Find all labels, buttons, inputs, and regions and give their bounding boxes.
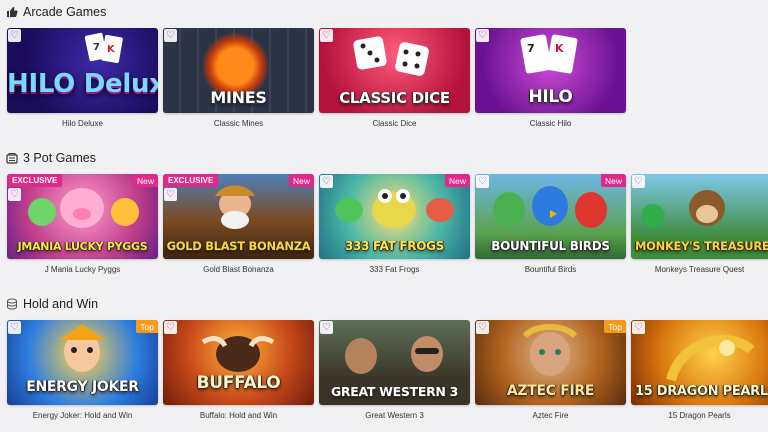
svg-text:K: K [107,44,116,55]
section-hold-and-win: Hold and Win ENERGY JOKER Top ♡ Energy J… [0,292,768,432]
game-thumbnail[interactable]: JMANIA LUCKY PYGGS EXCLUSIVE New ♡ [7,174,158,259]
coin-stack-icon [7,298,17,310]
game-card[interactable]: 15 DRAGON PEARLS ♡ 15 Dragon Pearls [631,320,768,430]
game-name[interactable]: Classic Dice [319,119,470,128]
svg-text:7: 7 [527,42,535,55]
game-card[interactable]: AZTEC FIRE Top ♡ Aztec Fire [475,320,626,430]
game-art-title: GREAT WESTERN 3 [330,384,459,399]
svg-text:K: K [555,42,564,55]
game-card[interactable]: BUFFALO ♡ Buffalo: Hold and Win [163,320,314,430]
exclusive-ribbon: EXCLUSIVE [7,174,63,187]
game-name[interactable]: J Mania Lucky Pyggs [7,265,158,274]
game-thumbnail[interactable]: 7 K HILO ♡ [475,28,626,113]
game-thumbnail[interactable]: BUFFALO ♡ [163,320,314,405]
game-thumbnail[interactable]: 333 FAT FROGS New ♡ [319,174,470,259]
game-art-title: ENERGY JOKER [26,379,139,395]
exclusive-ribbon: EXCLUSIVE [163,174,219,187]
favorite-icon[interactable]: ♡ [8,188,21,201]
new-badge: New [444,174,470,187]
game-name[interactable]: 333 Fat Frogs [319,265,470,274]
game-card[interactable]: GREAT WESTERN 3 ♡ Great Western 3 [319,320,470,430]
game-art-title: JMANIA LUCKY PYGGS [17,240,148,253]
game-name[interactable]: Hilo Deluxe [7,119,158,128]
favorite-icon[interactable]: ♡ [164,188,177,201]
pot-icon [6,153,18,164]
game-name[interactable]: Gold Blast Bonanza [163,265,314,274]
game-art-title: BUFFALO [196,373,281,393]
game-card[interactable]: 333 FAT FROGS New ♡ 333 Fat Frogs [319,174,470,284]
game-card[interactable]: CLASSIC DICE ♡ Classic Dice [319,28,470,138]
game-art-title: HILO Deluxe [7,69,158,99]
game-thumbnail[interactable]: GOLD BLAST BONANZA EXCLUSIVE New ♡ [163,174,314,259]
game-name[interactable]: Buffalo: Hold and Win [163,411,314,420]
game-name[interactable]: Energy Joker: Hold and Win [7,411,158,420]
favorite-icon[interactable]: ♡ [320,321,333,334]
game-name[interactable]: Great Western 3 [319,411,470,420]
game-card[interactable]: MONKEY'S TREASURE QUEST ♡ Monkeys Treasu… [631,174,768,284]
game-thumbnail[interactable]: MINES ♡ [163,28,314,113]
game-thumbnail[interactable]: MONKEY'S TREASURE QUEST ♡ [631,174,768,259]
new-badge: New [132,174,158,187]
favorite-icon[interactable]: ♡ [164,29,177,42]
game-card[interactable]: BOUNTIFUL BIRDS New ♡ Bountiful Birds [475,174,626,284]
game-art-title: GOLD BLAST BONANZA [166,239,311,253]
game-thumbnail[interactable]: CLASSIC DICE ♡ [319,28,470,113]
game-card[interactable]: GOLD BLAST BONANZA EXCLUSIVE New ♡ Gold … [163,174,314,284]
favorite-icon[interactable]: ♡ [8,321,21,334]
game-thumbnail[interactable]: 15 DRAGON PEARLS ♡ [631,320,768,405]
game-thumbnail[interactable]: BOUNTIFUL BIRDS New ♡ [475,174,626,259]
section-title: Hold and Win [23,297,99,311]
section-arcade-games: Arcade Games 7 K HILO Deluxe ♡ Hilo Delu… [0,0,768,140]
section-title: 3 Pot Games [23,151,96,165]
section-title: Arcade Games [23,5,107,19]
game-thumbnail[interactable]: 7 K HILO Deluxe ♡ [7,28,158,113]
game-card[interactable]: ENERGY JOKER Top ♡ Energy Joker: Hold an… [7,320,158,430]
favorite-icon[interactable]: ♡ [8,29,21,42]
game-card[interactable]: 7 K HILO Deluxe ♡ Hilo Deluxe [7,28,158,138]
game-art-title: AZTEC FIRE [506,383,595,399]
favorite-icon[interactable]: ♡ [632,175,645,188]
game-art-title: CLASSIC DICE [339,89,450,107]
top-badge: Top [136,320,158,333]
game-card[interactable]: 7 K HILO ♡ Classic Hilo [475,28,626,138]
section-header: 3 Pot Games [6,149,96,167]
favorite-icon[interactable]: ♡ [320,29,333,42]
game-art-title: MONKEY'S TREASURE QUEST [635,239,768,253]
game-name[interactable]: Monkeys Treasure Quest [631,265,768,274]
game-name[interactable]: Classic Mines [163,119,314,128]
game-card[interactable]: JMANIA LUCKY PYGGS EXCLUSIVE New ♡ J Man… [7,174,158,284]
top-badge: Top [604,320,626,333]
section-3-pot-games: 3 Pot Games JMANIA LUCKY PYGGS EXCLUSIVE… [0,146,768,286]
thumbs-up-icon [7,7,18,17]
game-name[interactable]: Classic Hilo [475,119,626,128]
game-card[interactable]: MINES ♡ Classic Mines [163,28,314,138]
game-art-title: 15 DRAGON PEARLS [635,384,768,399]
favorite-icon[interactable]: ♡ [476,175,489,188]
favorite-icon[interactable]: ♡ [632,321,645,334]
section-header: Hold and Win [6,295,98,313]
new-badge: New [600,174,626,187]
favorite-icon[interactable]: ♡ [476,29,489,42]
game-thumbnail[interactable]: GREAT WESTERN 3 ♡ [319,320,470,405]
game-name[interactable]: Aztec Fire [475,411,626,420]
game-thumbnail[interactable]: AZTEC FIRE Top ♡ [475,320,626,405]
game-art-title: MINES [210,88,267,107]
game-art-title: 333 FAT FROGS [345,239,444,253]
game-art-title: HILO [528,87,573,107]
new-badge: New [288,174,314,187]
game-name[interactable]: 15 Dragon Pearls [631,411,768,420]
favorite-icon[interactable]: ♡ [164,321,177,334]
favorite-icon[interactable]: ♡ [476,321,489,334]
game-name[interactable]: Bountiful Birds [475,265,626,274]
game-thumbnail[interactable]: ENERGY JOKER Top ♡ [7,320,158,405]
section-header: Arcade Games [6,3,106,21]
svg-text:7: 7 [93,42,100,53]
game-art-title: BOUNTIFUL BIRDS [491,239,610,253]
favorite-icon[interactable]: ♡ [320,175,333,188]
